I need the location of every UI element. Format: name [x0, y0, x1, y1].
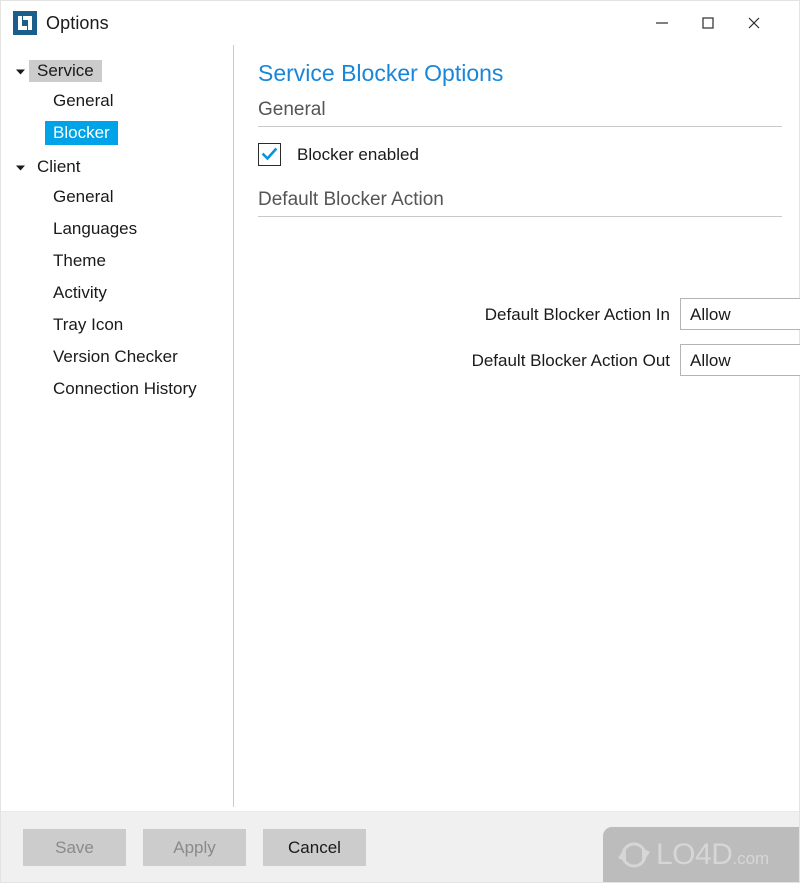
default-blocker-action-in-select[interactable]: Allow — [680, 298, 800, 330]
sidebar-item-service-general[interactable]: General — [1, 85, 233, 117]
section-divider — [258, 216, 782, 217]
refresh-circle-icon — [614, 836, 654, 874]
checkmark-icon — [261, 147, 278, 161]
default-blocker-action-out-row: Default Blocker Action Out Allow — [233, 344, 800, 376]
sidebar-item-service-blocker[interactable]: Blocker — [1, 117, 233, 149]
tree-group-service[interactable]: Service — [1, 57, 233, 85]
default-blocker-action-in-label: Default Blocker Action In — [484, 305, 670, 324]
select-value: Allow — [690, 304, 731, 324]
field-label-wrap: Default Blocker Action In — [233, 298, 680, 330]
cancel-button[interactable]: Cancel — [263, 828, 366, 866]
lo4d-watermark: LO4D.com — [603, 827, 799, 882]
default-blocker-action-out-label: Default Blocker Action Out — [471, 351, 670, 370]
options-window: Options Service General Blocker Client G… — [0, 0, 800, 883]
window-controls — [639, 1, 799, 45]
section-header-default-action: Default Blocker Action — [258, 190, 782, 217]
title-bar: Options — [1, 1, 799, 45]
chevron-down-icon[interactable] — [11, 162, 29, 173]
maximize-icon — [702, 17, 714, 29]
sidebar-item-tray-icon[interactable]: Tray Icon — [1, 309, 233, 341]
section-title: Default Blocker Action — [258, 189, 444, 210]
sidebar-item-label: Languages — [53, 219, 138, 238]
maximize-button[interactable] — [685, 1, 731, 45]
minimize-button[interactable] — [639, 1, 685, 45]
sidebar-item-label: General — [53, 91, 114, 110]
section-header-general: General — [258, 100, 782, 127]
dialog-footer: Save Apply Cancel LO4D.com — [1, 811, 799, 882]
tree-group-client[interactable]: Client — [1, 153, 233, 181]
watermark-text-suffix: .com — [732, 848, 770, 868]
sidebar-item-label: Theme — [53, 251, 106, 270]
sidebar-item-connection-history[interactable]: Connection History — [1, 373, 233, 405]
close-button[interactable] — [731, 1, 777, 45]
page-title: Service Blocker Options — [258, 60, 504, 86]
field-label-wrap: Default Blocker Action Out — [233, 344, 680, 376]
sidebar-item-label: General — [53, 187, 114, 206]
sidebar-item-label: Connection History — [53, 379, 197, 398]
tree-group-label-client: Client — [37, 157, 81, 176]
sidebar-item-version-checker[interactable]: Version Checker — [1, 341, 233, 373]
tree-group-label-service: Service — [29, 60, 102, 82]
close-icon — [748, 17, 760, 29]
default-blocker-action-in-row: Default Blocker Action In Allow — [233, 298, 800, 330]
blocker-enabled-row[interactable]: Blocker enabled — [258, 143, 419, 166]
window-title: Options — [46, 13, 109, 33]
watermark-text: LO4D.com — [656, 837, 770, 871]
select-value: Allow — [690, 350, 731, 370]
chevron-down-icon[interactable] — [11, 66, 29, 77]
sidebar-item-label: Version Checker — [53, 347, 178, 366]
blocker-enabled-label: Blocker enabled — [297, 145, 419, 164]
sidebar-item-theme[interactable]: Theme — [1, 245, 233, 277]
minimize-icon — [656, 22, 668, 24]
sidebar-item-label: Tray Icon — [53, 315, 124, 334]
watermark-text-main: LO4D — [656, 837, 733, 871]
settings-tree: Service General Blocker Client General L… — [1, 45, 234, 811]
save-button[interactable]: Save — [23, 828, 126, 866]
section-title: General — [258, 99, 326, 120]
default-blocker-action-out-select[interactable]: Allow — [680, 344, 800, 376]
sidebar-item-label: Blocker — [45, 121, 118, 145]
sidebar-item-label: Activity — [53, 283, 107, 302]
sidebar-item-languages[interactable]: Languages — [1, 213, 233, 245]
sidebar-item-activity[interactable]: Activity — [1, 277, 233, 309]
app-logo-icon — [13, 11, 37, 35]
apply-button[interactable]: Apply — [143, 828, 246, 866]
section-divider — [258, 126, 782, 127]
sidebar-item-client-general[interactable]: General — [1, 181, 233, 213]
blocker-enabled-checkbox[interactable] — [258, 143, 281, 166]
options-panel: Service Blocker Options General Blocker … — [233, 45, 800, 811]
window-content: Service General Blocker Client General L… — [1, 45, 800, 811]
